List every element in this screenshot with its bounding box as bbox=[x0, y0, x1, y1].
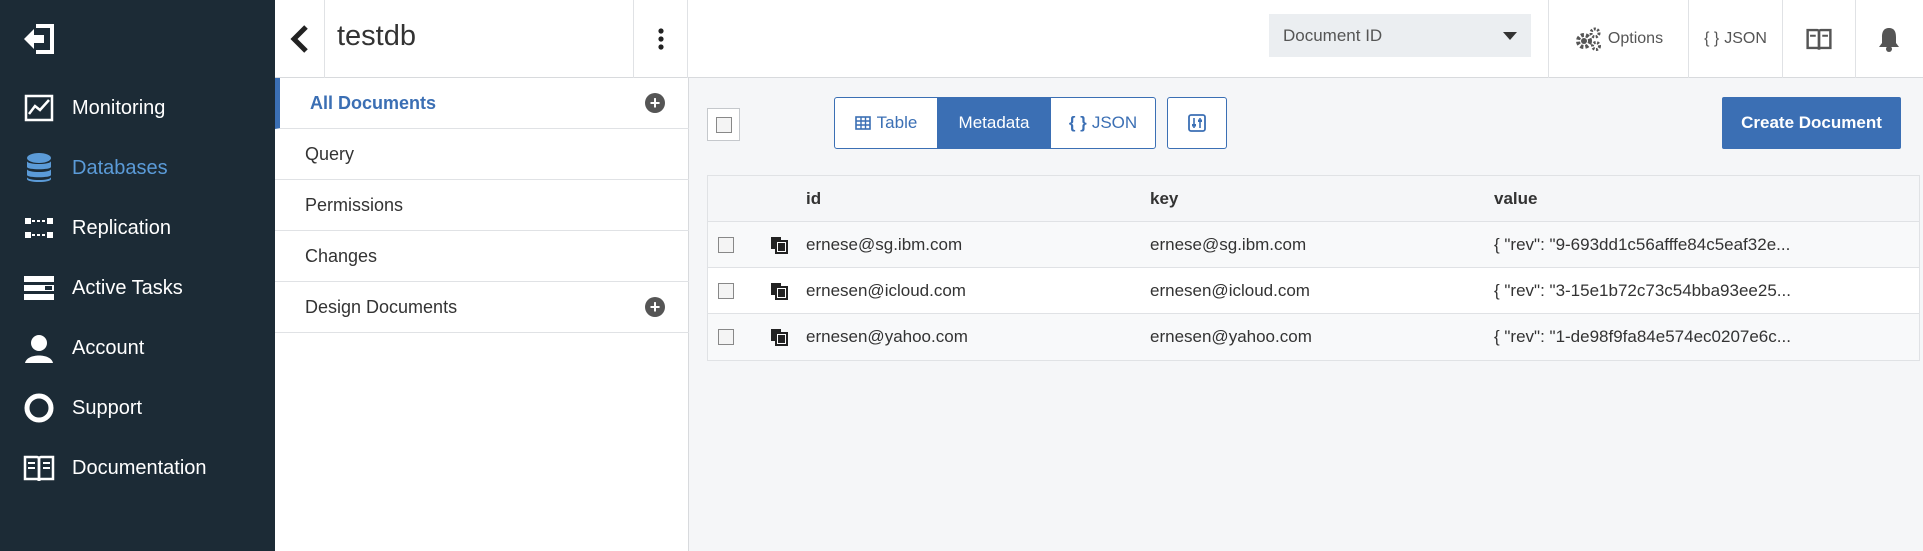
column-header-key[interactable]: key bbox=[1150, 176, 1178, 222]
lifebuoy-icon bbox=[22, 391, 56, 425]
database-icon bbox=[22, 151, 56, 185]
plus-circle-icon[interactable]: + bbox=[645, 297, 665, 317]
cell-key: ernese@sg.ibm.com bbox=[1150, 235, 1307, 254]
nav-item-active-tasks[interactable]: Active Tasks bbox=[0, 262, 275, 314]
options-label: Options bbox=[1607, 30, 1664, 47]
column-header-id[interactable]: id bbox=[806, 176, 821, 222]
row-checkbox[interactable] bbox=[718, 329, 734, 345]
docs-button[interactable] bbox=[1783, 0, 1855, 78]
view-label: JSON bbox=[1091, 113, 1138, 132]
select-all-checkbox[interactable] bbox=[707, 108, 740, 141]
bell-icon bbox=[1879, 28, 1899, 52]
nav-item-label: Active Tasks bbox=[72, 276, 183, 299]
documents-panel: Table Metadata { } JSON Create Document … bbox=[690, 78, 1923, 551]
cell-id: ernesen@yahoo.com bbox=[806, 327, 968, 346]
nav-item-label: Replication bbox=[72, 216, 171, 239]
gears-icon bbox=[1575, 27, 1601, 51]
nav-item-label: Monitoring bbox=[72, 96, 166, 119]
page-title: testdb bbox=[337, 20, 416, 52]
cell-value: { "rev": "9-693dd1c56afffe84c5eaf32e... bbox=[1494, 235, 1791, 254]
kebab-icon bbox=[657, 28, 664, 50]
copy-icon[interactable] bbox=[770, 314, 788, 360]
header: testdb Document ID Options { } JSON bbox=[275, 0, 1923, 78]
view-json-button[interactable]: { } JSON bbox=[1051, 98, 1155, 148]
column-header-value[interactable]: value bbox=[1494, 176, 1537, 222]
replication-icon bbox=[22, 211, 56, 245]
view-toggle: Table Metadata { } JSON bbox=[834, 97, 1156, 149]
copy-icon[interactable] bbox=[770, 268, 788, 314]
cell-key: ernesen@icloud.com bbox=[1150, 281, 1310, 300]
monitoring-icon bbox=[22, 91, 56, 125]
sidebar-item-all-documents[interactable]: All Documents + bbox=[275, 78, 689, 129]
notifications-button[interactable] bbox=[1856, 0, 1922, 78]
nav-item-documentation[interactable]: Documentation bbox=[0, 442, 275, 494]
braces-icon: { } bbox=[1704, 30, 1720, 47]
tasks-icon bbox=[22, 271, 56, 305]
braces-icon: { } bbox=[1068, 113, 1087, 132]
view-table-button[interactable]: Table bbox=[835, 98, 938, 148]
sidebar-item-label: Query bbox=[305, 143, 355, 164]
nav-item-account[interactable]: Account bbox=[0, 322, 275, 374]
back-button[interactable] bbox=[275, 0, 325, 78]
checkbox[interactable] bbox=[715, 116, 732, 133]
user-icon bbox=[22, 331, 56, 365]
table-icon bbox=[854, 116, 871, 130]
sidebar-item-permissions[interactable]: Permissions bbox=[275, 180, 689, 231]
sidebar-item-label: All Documents bbox=[310, 92, 437, 113]
sidebar-item-changes[interactable]: Changes bbox=[275, 231, 689, 282]
cell-value: { "rev": "1-de98f9fa84e574ec0207e6c... bbox=[1494, 327, 1791, 346]
database-sidebar: All Documents + Query Permissions Change… bbox=[275, 78, 689, 551]
view-metadata-button[interactable]: Metadata bbox=[938, 98, 1051, 148]
json-button[interactable]: { } JSON bbox=[1689, 0, 1782, 78]
main-nav: Monitoring Databases Replication Active … bbox=[0, 0, 275, 551]
nav-item-label: Databases bbox=[72, 156, 168, 179]
plus-circle-icon[interactable]: + bbox=[645, 93, 665, 113]
caret-down-icon bbox=[1503, 32, 1517, 40]
exit-icon[interactable] bbox=[22, 24, 56, 54]
table-row[interactable]: ernesen@icloud.com ernesen@icloud.com { … bbox=[708, 268, 1919, 314]
book-icon bbox=[22, 451, 56, 485]
table-row[interactable]: ernesen@yahoo.com ernesen@yahoo.com { "r… bbox=[708, 314, 1919, 360]
row-checkbox[interactable] bbox=[718, 237, 734, 253]
sidebar-item-label: Changes bbox=[305, 245, 378, 266]
cell-key: ernesen@yahoo.com bbox=[1150, 327, 1312, 346]
book-icon bbox=[1806, 28, 1832, 50]
table-header: id key value bbox=[708, 176, 1919, 222]
sidebar-item-label: Design Documents bbox=[305, 296, 458, 317]
table-row[interactable]: ernese@sg.ibm.com ernese@sg.ibm.com { "r… bbox=[708, 222, 1919, 268]
nav-item-replication[interactable]: Replication bbox=[0, 202, 275, 254]
nav-item-support[interactable]: Support bbox=[0, 382, 275, 434]
json-label: JSON bbox=[1724, 30, 1767, 47]
nav-item-monitoring[interactable]: Monitoring bbox=[0, 82, 275, 134]
view-label: Table bbox=[876, 113, 918, 132]
documents-table: id key value ernese@sg.ibm.com ernese@sg… bbox=[707, 175, 1920, 361]
view-label: Metadata bbox=[958, 113, 1030, 132]
nav-item-label: Support bbox=[72, 396, 143, 419]
cell-id: ernesen@icloud.com bbox=[806, 281, 966, 300]
table-settings-button[interactable] bbox=[1167, 97, 1227, 149]
nav-item-label: Account bbox=[72, 336, 145, 359]
nav-item-databases[interactable]: Databases bbox=[0, 142, 275, 194]
options-button[interactable]: Options bbox=[1549, 0, 1688, 78]
nav-item-label: Documentation bbox=[72, 456, 207, 479]
sliders-icon bbox=[1188, 114, 1206, 132]
cell-id: ernese@sg.ibm.com bbox=[806, 235, 963, 254]
create-document-button[interactable]: Create Document bbox=[1722, 97, 1901, 149]
chevron-left-icon bbox=[289, 25, 308, 53]
cell-value: { "rev": "3-15e1b72c73c54bba93ee25... bbox=[1494, 281, 1791, 300]
sidebar-item-design-documents[interactable]: Design Documents + bbox=[275, 282, 689, 333]
document-id-select[interactable]: Document ID bbox=[1269, 14, 1531, 57]
copy-icon[interactable] bbox=[770, 222, 788, 268]
more-options-button[interactable] bbox=[633, 0, 688, 78]
row-checkbox[interactable] bbox=[718, 283, 734, 299]
sidebar-item-query[interactable]: Query bbox=[275, 129, 689, 180]
select-value: Document ID bbox=[1283, 25, 1383, 45]
sidebar-item-label: Permissions bbox=[305, 194, 404, 215]
